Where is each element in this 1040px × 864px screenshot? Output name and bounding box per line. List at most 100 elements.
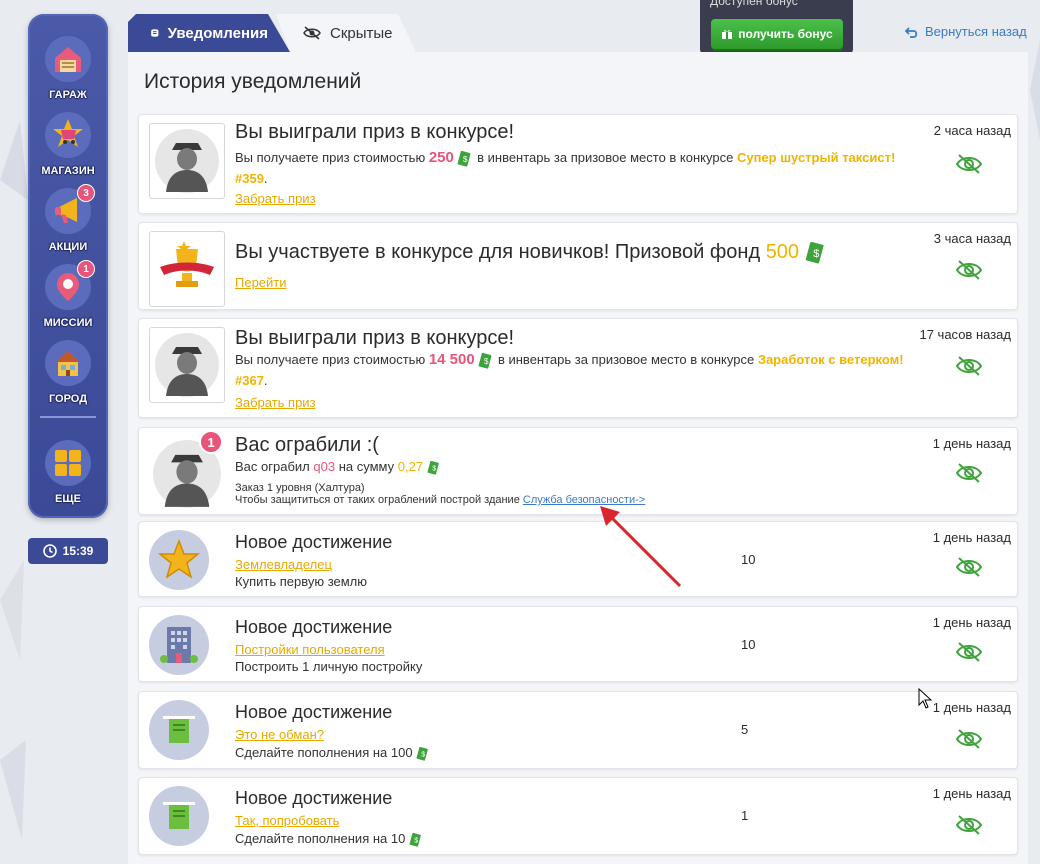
achievement-image	[149, 615, 209, 675]
achievement-link[interactable]: Постройки пользователя	[235, 642, 385, 657]
clock: 15:39	[28, 538, 108, 564]
money-icon: $	[409, 832, 421, 847]
svg-text:$: $	[484, 357, 489, 366]
achievement-card: Новое достижение Землевладелец Купить пе…	[138, 521, 1018, 597]
clock-icon	[42, 544, 57, 558]
notification-link-row: Забрать приз	[235, 392, 915, 413]
achievement-count: 10	[741, 637, 756, 652]
bonus-header: Доступен бонус	[710, 0, 798, 8]
sidebar-item-city[interactable]: ГОРОД	[28, 340, 108, 416]
hide-icon[interactable]	[955, 153, 983, 175]
title-text: Вы участвуете в конкурсе для новичков! П…	[235, 241, 761, 263]
achievement-image	[149, 786, 209, 846]
prize-amount: 250	[428, 149, 454, 166]
hide-icon[interactable]	[955, 814, 983, 836]
hide-icon[interactable]	[955, 728, 983, 750]
sidebar-item-missions[interactable]: 1 МИССИИ	[28, 260, 108, 340]
achievement-image	[149, 530, 209, 590]
achievement-desc: Сделайте пополнения на 100 $	[235, 742, 915, 763]
notification-title: Вы участвуете в конкурсе для новичков! П…	[235, 241, 827, 264]
go-link[interactable]: Перейти	[235, 275, 287, 290]
svg-text:$: $	[813, 248, 819, 260]
notification-badge: 1	[77, 260, 95, 278]
achievement-title: Новое достижение	[235, 788, 393, 808]
robber-name[interactable]: q03	[313, 459, 335, 474]
achievement-desc: Купить первую землю	[235, 574, 368, 589]
sidebar-divider	[40, 416, 96, 418]
garage-icon	[45, 36, 91, 82]
achievement-title: Новое достижение	[235, 532, 393, 552]
achievement-desc: Сделайте пополнения на 10 $	[235, 828, 915, 849]
protection-hint: Чтобы защититься от таких ограблений пос…	[235, 493, 915, 507]
contest-image	[149, 231, 225, 307]
avatar	[149, 123, 225, 199]
achievement-link[interactable]: Землевладелец	[235, 557, 332, 572]
driver-avatar-icon	[155, 129, 219, 193]
tab-hidden[interactable]: Скрытые	[276, 14, 416, 52]
back-link[interactable]: Вернуться назад	[905, 24, 1027, 39]
hide-icon[interactable]	[955, 462, 983, 484]
svg-text:$: $	[414, 837, 418, 844]
sidebar-item-garage[interactable]: ГАРАЖ	[28, 36, 108, 112]
atm-icon	[163, 802, 195, 829]
unread-badge: 1	[199, 430, 223, 454]
hide-icon[interactable]	[955, 556, 983, 578]
hide-icon[interactable]	[955, 355, 983, 377]
contest-name: Супер шустрый таксист!	[736, 150, 896, 165]
back-link-label: Вернуться назад	[925, 24, 1027, 39]
star-icon	[157, 538, 201, 579]
notification-card: Вы выиграли приз в конкурсе! Вы получает…	[138, 114, 1018, 214]
achievement-image	[149, 700, 209, 760]
hide-icon[interactable]	[955, 259, 983, 281]
robbed-amount: 0,27	[397, 459, 424, 474]
text-prefix: Вы получаете приз стоимостью	[235, 352, 426, 367]
timestamp: 1 день назад	[932, 530, 1011, 545]
hide-icon[interactable]	[955, 641, 983, 663]
notification-card: 1 Вас ограбили :( Вас ограбил q03 на сум…	[138, 427, 1018, 515]
get-bonus-label: получить бонус	[738, 27, 833, 41]
contest-number: #367	[235, 373, 264, 388]
driver-avatar-icon	[155, 333, 219, 397]
timestamp: 1 день назад	[932, 700, 1011, 715]
building-icon	[160, 627, 198, 663]
notification-text: Вы получаете приз стоимостью 14 500 $ в …	[235, 351, 904, 388]
achievement-count: 1	[741, 808, 749, 823]
avatar	[149, 327, 225, 403]
timestamp: 1 день назад	[932, 436, 1011, 451]
achievement-link[interactable]: Это не обман?	[235, 727, 324, 742]
eye-off-icon	[303, 26, 321, 40]
sidebar: ГАРАЖ МАГАЗИН 3 АКЦИИ 1 МИССИИ ГОРОД ЕЩЕ	[28, 14, 108, 518]
claim-prize-link[interactable]: Забрать приз	[235, 191, 316, 206]
bonus-popup: Доступен бонус получить бонус	[700, 0, 853, 55]
timestamp: 17 часов назад	[919, 327, 1011, 342]
achievement-card: Новое достижение Постройки пользователя …	[138, 606, 1018, 682]
more-icon	[45, 440, 91, 486]
hint-text: Чтобы защититься от таких ограблений пос…	[235, 494, 520, 506]
get-bonus-button[interactable]: получить бонус	[711, 19, 843, 49]
money-icon: $	[458, 150, 471, 167]
money-icon: $	[478, 352, 492, 369]
text-prefix: Вас ограбил	[235, 459, 310, 474]
mouse-cursor-icon	[918, 688, 933, 709]
achievement-link[interactable]: Так, попробовать	[235, 813, 339, 828]
security-service-link[interactable]: Служба безопасности->	[523, 494, 645, 506]
claim-prize-link[interactable]: Забрать приз	[235, 395, 316, 410]
sidebar-item-promotions[interactable]: 3 АКЦИИ	[28, 184, 108, 264]
notification-title: Вы выиграли приз в конкурсе!	[235, 121, 515, 143]
text-prefix: Вы получаете приз стоимостью	[235, 150, 426, 165]
sidebar-item-more[interactable]: ЕЩЕ	[28, 440, 108, 516]
notifications-icon	[151, 29, 159, 37]
sidebar-item-label: ЕЩЕ	[55, 493, 81, 505]
svg-text:$: $	[463, 155, 468, 164]
sidebar-item-label: МАГАЗИН	[41, 165, 95, 177]
text-mid: в инвентарь за призовое место в конкурсе	[477, 150, 734, 165]
sidebar-item-label: ГОРОД	[48, 393, 88, 405]
city-icon	[45, 340, 91, 386]
achievement-title: Новое достижение	[235, 617, 393, 637]
sidebar-item-shop[interactable]: МАГАЗИН	[28, 112, 108, 188]
tab-notifications[interactable]: Уведомления	[128, 14, 290, 52]
money-icon: $	[427, 460, 439, 475]
tab-label: Уведомления	[167, 24, 268, 42]
gift-icon	[722, 29, 733, 39]
notification-title: Вы выиграли приз в конкурсе!	[235, 327, 515, 349]
